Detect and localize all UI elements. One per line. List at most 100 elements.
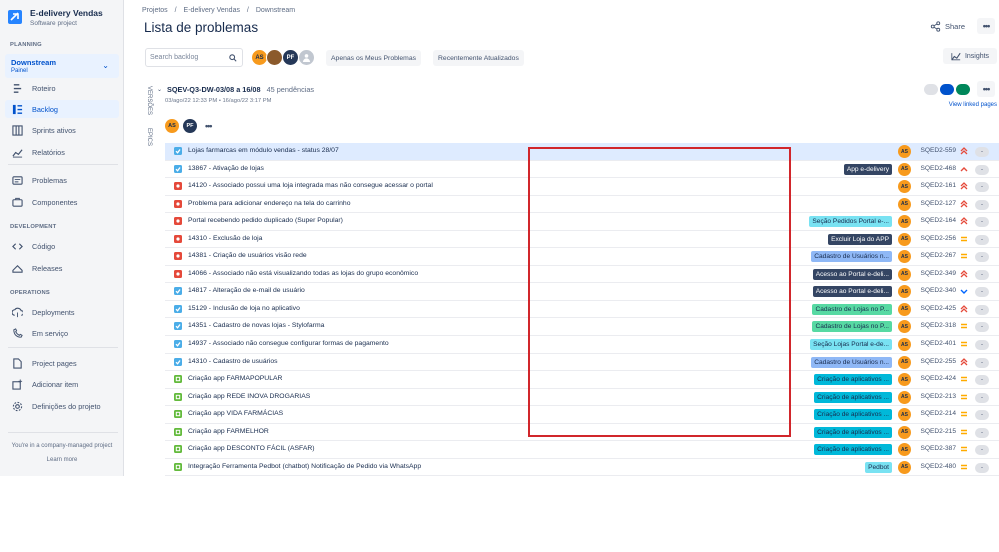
epic-label[interactable]: Acesso ao Portal e-deli... bbox=[812, 286, 892, 298]
epic-label[interactable]: Criação de aplicativos ... bbox=[814, 374, 892, 386]
assignee-avatar[interactable]: AS bbox=[898, 302, 911, 316]
assignee-avatar[interactable]: AS bbox=[898, 285, 911, 299]
assignee-avatar[interactable]: AS bbox=[898, 232, 911, 246]
epic-label[interactable]: Seção Pedidos Portal e-... bbox=[809, 216, 892, 228]
sidebar-item-releases[interactable]: Releases bbox=[5, 259, 119, 277]
assignee-avatar[interactable]: AS bbox=[898, 443, 911, 457]
assignee-avatar[interactable]: AS bbox=[898, 460, 911, 474]
estimate-badge[interactable]: - bbox=[975, 269, 989, 280]
estimate-badge[interactable]: - bbox=[975, 357, 989, 368]
search-input[interactable]: Search backlog bbox=[145, 48, 243, 67]
estimate-badge[interactable]: - bbox=[975, 234, 989, 245]
estimate-badge[interactable]: - bbox=[975, 252, 989, 263]
sprint-avatar-as[interactable]: AS bbox=[165, 119, 179, 133]
assignee-avatar[interactable]: AS bbox=[898, 320, 911, 334]
sprint-avatars-more[interactable]: ••• bbox=[205, 121, 213, 131]
epic-label[interactable]: Criação de aplicativos ... bbox=[814, 426, 892, 438]
estimate-badge[interactable]: - bbox=[975, 164, 989, 175]
assignee-avatar[interactable]: AS bbox=[898, 373, 911, 387]
board-switcher[interactable]: Downstream Painel ⌄ bbox=[5, 54, 119, 78]
sidebar-item-roteiro[interactable]: Roteiro bbox=[5, 79, 119, 97]
assignee-avatar[interactable]: AS bbox=[898, 408, 911, 422]
epic-label[interactable]: Pedbot bbox=[865, 461, 892, 473]
more-actions-button[interactable]: ••• bbox=[977, 18, 995, 34]
issue-key[interactable]: SQED2-214 bbox=[914, 410, 956, 417]
avatar-photo[interactable] bbox=[266, 49, 283, 66]
insights-button[interactable]: Insights bbox=[943, 48, 997, 64]
estimate-badge[interactable]: - bbox=[975, 199, 989, 210]
assignee-avatar[interactable]: AS bbox=[898, 355, 911, 369]
estimate-badge[interactable]: - bbox=[975, 462, 989, 473]
assignee-avatar[interactable]: AS bbox=[898, 162, 911, 176]
filter-my-issues-button[interactable]: Apenas os Meus Problemas bbox=[326, 50, 422, 66]
issue-key[interactable]: SQED2-215 bbox=[914, 428, 956, 435]
epic-label[interactable]: Criação de aplicativos ... bbox=[814, 444, 892, 456]
epic-label[interactable]: Cadastro de Usuários n... bbox=[811, 356, 892, 368]
epic-label[interactable]: Excluir Loja do APP bbox=[828, 233, 892, 245]
epic-label[interactable]: Cadastro de Lojas no P... bbox=[812, 303, 892, 315]
issue-row[interactable]: Integração Ferramenta Pedbot (chatbot) N… bbox=[165, 459, 999, 476]
epic-label[interactable]: Seção Lojas Portal e-de... bbox=[810, 339, 892, 351]
estimate-badge[interactable]: - bbox=[975, 410, 989, 421]
sprint-header[interactable]: SQEV-Q3-DW-03/08 a 16/08 45 pendências bbox=[167, 85, 314, 94]
estimate-badge[interactable]: - bbox=[975, 322, 989, 333]
sidebar-item-project-pages[interactable]: Project pages bbox=[5, 354, 119, 372]
epic-label[interactable]: Acesso ao Portal e-deli... bbox=[812, 268, 892, 280]
sidebar-item-definicoes[interactable]: Definições do projeto bbox=[5, 397, 119, 415]
epic-label[interactable]: App e-delivery bbox=[843, 163, 892, 175]
sidebar-item-sprints[interactable]: Sprints ativos bbox=[5, 121, 119, 139]
estimate-badge[interactable]: - bbox=[975, 304, 989, 315]
issue-key[interactable]: SQED2-401 bbox=[914, 340, 956, 347]
assignee-avatar[interactable]: AS bbox=[898, 180, 911, 194]
filter-recently-updated-button[interactable]: Recentemente Atualizados bbox=[433, 50, 524, 66]
epics-tab[interactable]: EPICS bbox=[146, 128, 152, 146]
estimate-badge[interactable]: - bbox=[975, 392, 989, 403]
issue-key[interactable]: SQED2-318 bbox=[914, 322, 956, 329]
sidebar-item-adicionar[interactable]: Adicionar item bbox=[5, 375, 119, 393]
issue-row[interactable]: Criação app DESCONTO FÁCIL (ASFAR) Criaçã… bbox=[165, 441, 999, 459]
project-header[interactable]: E-delivery Vendas Software project bbox=[8, 8, 103, 28]
learn-more-link[interactable]: Learn more bbox=[0, 457, 124, 463]
estimate-badge[interactable]: - bbox=[975, 287, 989, 298]
share-button[interactable]: Share bbox=[930, 19, 965, 33]
issue-key[interactable]: SQED2-267 bbox=[914, 252, 956, 259]
assignee-avatar[interactable]: AS bbox=[898, 145, 911, 158]
issue-key[interactable]: SQED2-349 bbox=[914, 270, 956, 277]
avatar-unassigned[interactable] bbox=[298, 49, 315, 66]
sidebar-item-problemas[interactable]: Problemas bbox=[5, 171, 119, 189]
assignee-avatar[interactable]: AS bbox=[898, 425, 911, 439]
assignee-avatar[interactable]: AS bbox=[898, 338, 911, 352]
sidebar-item-relatorios[interactable]: Relatórios bbox=[5, 143, 119, 161]
issue-key[interactable]: SQED2-340 bbox=[914, 287, 956, 294]
issue-key[interactable]: SQED2-424 bbox=[914, 375, 956, 382]
estimate-badge[interactable]: - bbox=[975, 217, 989, 228]
issue-key[interactable]: SQED2-164 bbox=[914, 217, 956, 224]
issue-key[interactable]: SQED2-213 bbox=[914, 393, 956, 400]
estimate-badge[interactable]: - bbox=[975, 147, 989, 157]
epic-label[interactable]: Cadastro de Lojas no P... bbox=[812, 321, 892, 333]
issue-key[interactable]: SQED2-127 bbox=[914, 200, 956, 207]
issue-key[interactable]: SQED2-256 bbox=[914, 235, 956, 242]
estimate-badge[interactable]: - bbox=[975, 427, 989, 438]
sidebar-item-codigo[interactable]: Código bbox=[5, 237, 119, 255]
assignee-avatar[interactable]: AS bbox=[898, 197, 911, 211]
issue-key[interactable]: SQED2-425 bbox=[914, 305, 956, 312]
estimate-badge[interactable]: - bbox=[975, 445, 989, 456]
assignee-avatar[interactable]: AS bbox=[898, 267, 911, 281]
assignee-avatar[interactable]: AS bbox=[898, 390, 911, 404]
estimate-badge[interactable]: - bbox=[975, 375, 989, 386]
epic-label[interactable]: Criação de aplicativos ... bbox=[814, 409, 892, 421]
sprint-avatar-pf[interactable]: PF bbox=[183, 119, 197, 133]
issue-key[interactable]: SQED2-387 bbox=[914, 445, 956, 452]
breadcrumb-project[interactable]: E-delivery Vendas bbox=[184, 7, 240, 14]
sidebar-item-backlog[interactable]: Backlog bbox=[5, 100, 119, 118]
avatar-pf[interactable]: PF bbox=[282, 49, 299, 66]
assignee-avatar[interactable]: AS bbox=[898, 250, 911, 264]
issue-key[interactable]: SQED2-480 bbox=[914, 463, 956, 470]
estimate-badge[interactable]: - bbox=[975, 340, 989, 351]
breadcrumb-projects[interactable]: Projetos bbox=[142, 7, 168, 14]
estimate-badge[interactable]: - bbox=[975, 182, 989, 193]
versions-tab[interactable]: VERSÕES bbox=[146, 86, 152, 115]
sidebar-item-deployments[interactable]: Deployments bbox=[5, 303, 119, 321]
issue-key[interactable]: SQED2-161 bbox=[914, 182, 956, 189]
